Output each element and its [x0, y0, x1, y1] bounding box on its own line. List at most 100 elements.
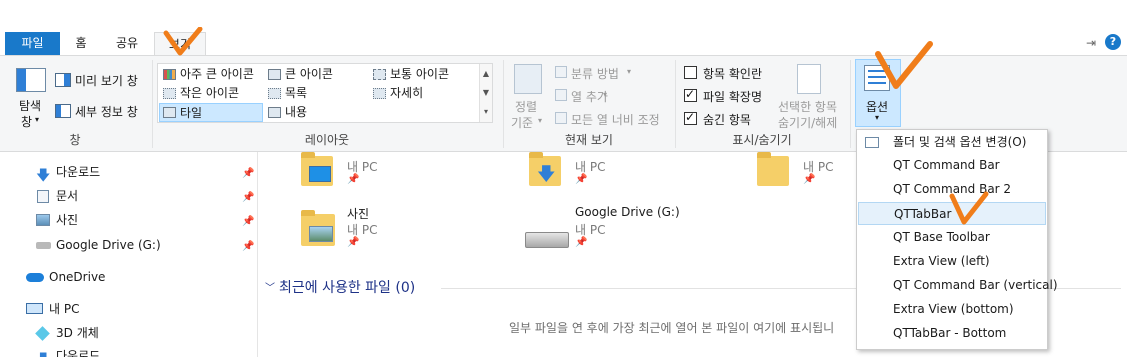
layout-gallery: 아주 큰 아이콘 큰 아이콘 보통 아이콘 작은 아이콘 목록 자세히 타일 내…	[157, 63, 493, 123]
drive-icon	[36, 242, 51, 249]
pin-icon[interactable]: 📌	[242, 168, 254, 179]
item-checkboxes-checkbox[interactable]	[684, 66, 697, 79]
scroll-up-icon[interactable]: ▲	[480, 64, 492, 83]
hide-selected-icon	[797, 64, 821, 94]
layout-list[interactable]: 목록	[265, 84, 307, 103]
nav-item-label: 다운로드	[56, 165, 101, 179]
layout-medium-icons[interactable]: 보통 아이콘	[370, 65, 449, 84]
nav-item-google-drive[interactable]: Google Drive (G:)	[36, 234, 161, 256]
tab-home[interactable]: 홈	[66, 32, 96, 55]
pane-group-label: 창	[69, 133, 81, 147]
list-icon	[268, 88, 281, 99]
hidden-items-label: 숨긴 항목	[703, 113, 751, 127]
pin-icon[interactable]: 📌	[242, 216, 254, 227]
details-icon	[373, 88, 386, 99]
nav-item-label: Google Drive (G:)	[56, 238, 161, 252]
pin-icon: 📌	[575, 174, 588, 185]
layout-label: 내용	[285, 105, 308, 119]
menu-item-qttabbar-bottom[interactable]: QTTabBar - Bottom	[858, 322, 1046, 345]
tile-subtext: 내 PC	[803, 160, 834, 174]
layout-content[interactable]: 내용	[265, 103, 307, 122]
nav-item-label: 문서	[56, 189, 79, 203]
help-icon[interactable]: ?	[1105, 34, 1121, 50]
medium-icons-icon	[373, 69, 386, 80]
menu-item-label: QTTabBar - Bottom	[893, 326, 1007, 340]
divider	[675, 60, 676, 148]
tab-share[interactable]: 공유	[108, 32, 146, 55]
size-columns-icon	[555, 112, 567, 124]
chevron-down-icon: ▾	[538, 116, 543, 125]
pin-ribbon-icon[interactable]: ⇥	[1086, 36, 1096, 50]
menu-item-extra-view-bottom[interactable]: Extra View (bottom)	[858, 298, 1046, 321]
nav-item-this-pc[interactable]: 내 PC	[26, 298, 79, 320]
hidden-items-checkbox[interactable]	[684, 110, 697, 125]
scroll-down-icon[interactable]: ▼	[480, 83, 492, 102]
menu-item-qt-base-toolbar[interactable]: QT Base Toolbar	[858, 226, 1046, 249]
layout-extra-large-icons[interactable]: 아주 큰 아이콘	[160, 65, 254, 84]
pin-icon[interactable]: 📌	[242, 192, 254, 203]
chevron-down-icon: ▾	[603, 90, 608, 99]
annotation-checkmark-icon	[949, 191, 989, 225]
content-icon	[268, 107, 281, 118]
layout-large-icons[interactable]: 큰 아이콘	[265, 65, 333, 84]
file-extensions-label: 파일 확장명	[703, 90, 763, 104]
nav-item-onedrive[interactable]: OneDrive	[26, 266, 105, 288]
gallery-scrollbar[interactable]: ▲ ▼ ▾	[479, 64, 492, 122]
expand-gallery-icon[interactable]: ▾	[480, 102, 492, 121]
chevron-down-icon: ▾	[875, 113, 880, 122]
nav-item-documents[interactable]: 문서	[36, 185, 78, 207]
tile-name: Google Drive (G:)	[575, 205, 680, 219]
folder-icon	[301, 210, 335, 246]
pin-icon[interactable]: 📌	[242, 241, 254, 252]
navigation-pane-icon	[16, 68, 46, 92]
tile-subtext: 내 PC	[575, 223, 606, 237]
tile-subtext: 내 PC	[347, 160, 378, 174]
menu-item-label: QT Command Bar	[893, 158, 1000, 172]
layout-tiles[interactable]: 타일	[159, 103, 263, 122]
layout-label: 타일	[180, 106, 203, 120]
nav-item-downloads[interactable]: 🡇 다운로드	[36, 161, 101, 184]
navigation-pane-label: 탐색	[19, 99, 42, 113]
menu-item-extra-view-left[interactable]: Extra View (left)	[858, 250, 1046, 273]
tile-subtext: 내 PC	[575, 160, 606, 174]
nav-item-pictures[interactable]: 사진	[36, 209, 78, 231]
sort-icon	[514, 64, 542, 94]
recent-files-empty-message: 일부 파일을 연 후에 가장 최근에 열어 본 파일이 여기에 표시됩니	[509, 321, 835, 335]
nav-item-label: 사진	[56, 213, 79, 227]
cube-icon	[35, 326, 50, 341]
layout-small-icons[interactable]: 작은 아이콘	[160, 84, 239, 103]
navigation-pane-label-2: 창	[21, 115, 33, 129]
tiles-icon	[163, 107, 176, 118]
pin-icon: 📌	[347, 174, 360, 185]
folder-options-icon	[865, 137, 879, 148]
folder-icon	[301, 152, 333, 186]
document-icon	[37, 190, 49, 203]
picture-icon	[36, 214, 50, 226]
annotation-checkmark-icon	[163, 27, 203, 56]
tab-file[interactable]: 파일	[5, 32, 60, 55]
annotation-checkmark-icon	[875, 41, 933, 89]
tile-name: 사진	[347, 207, 370, 221]
nav-item-3d-objects[interactable]: 3D 개체	[35, 322, 99, 344]
layout-details[interactable]: 자세히	[370, 84, 423, 103]
menu-item-label: 폴더 및 검색 옵션 변경(O)	[893, 135, 1027, 149]
hide-selected-label: 선택한 항목	[778, 100, 838, 114]
drive-icon	[525, 232, 569, 248]
nav-item-downloads-2[interactable]: 🡇 다운로드	[36, 345, 100, 357]
hide-selected-label-2: 숨기기/해제	[778, 116, 838, 130]
menu-item-label: QT Command Bar (vertical)	[893, 278, 1058, 292]
chevron-down-icon: ﹀	[265, 283, 275, 294]
menu-item-folder-options[interactable]: 폴더 및 검색 옵션 변경(O)	[858, 131, 1046, 154]
computer-icon	[26, 303, 43, 314]
pin-icon: 📌	[347, 237, 360, 248]
current-view-group-label: 현재 보기	[565, 133, 613, 147]
menu-item-qt-command-bar-vertical[interactable]: QT Command Bar (vertical)	[858, 274, 1058, 297]
nav-item-label: 3D 개체	[56, 326, 99, 340]
folder-icon: 🡇	[529, 152, 561, 186]
details-pane-icon	[55, 104, 71, 118]
file-extensions-checkbox[interactable]	[684, 87, 697, 102]
menu-item-qt-command-bar[interactable]: QT Command Bar	[858, 154, 1046, 177]
show-hide-group-label: 표시/숨기기	[732, 133, 792, 147]
small-icons-icon	[163, 88, 176, 99]
divider	[152, 60, 153, 148]
